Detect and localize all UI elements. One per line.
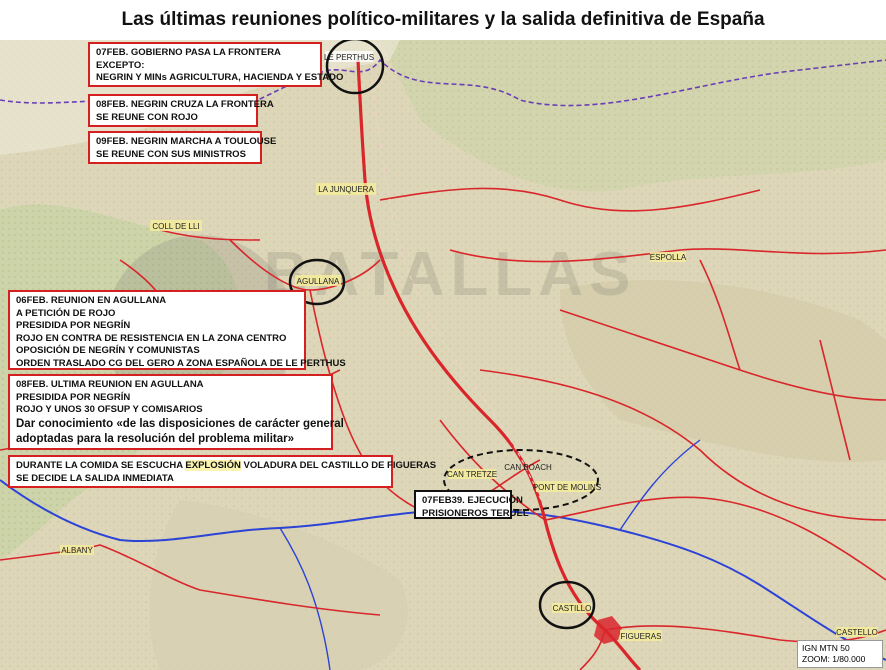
box-line: A PETICIÓN DE ROJO xyxy=(16,307,116,319)
annotation-box-government-crosses: 07FEB. GOBIERNO PASA LA FRONTERA EXCEPTO… xyxy=(88,42,344,87)
annotation-box-reunion-06feb: 06FEB. REUNION EN AGULLANA A PETICIÓN DE… xyxy=(8,290,346,370)
box-line: OPOSICIÓN DE NEGRÍN Y COMUNISTAS xyxy=(16,345,200,356)
box-line: 07FEB. GOBIERNO PASA LA FRONTERA xyxy=(96,47,281,58)
box-line-explosion: DURANTE LA COMIDA SE ESCUCHA EXPLOSIÓN V… xyxy=(16,460,436,473)
box-line: 06FEB. REUNION EN AGULLANA xyxy=(16,295,167,306)
explosion-highlight: EXPLOSIÓN xyxy=(185,460,241,471)
box-line: 07FEB39. EJECUCIÓN xyxy=(422,495,523,506)
place-castello: CASTELLO xyxy=(836,628,878,637)
box-line: SE REUNE CON SUS MINISTROS xyxy=(96,148,246,160)
box-line: PRESIDIDA POR NEGRÍN xyxy=(16,320,131,331)
box-text: VOLADURA DEL CASTILLO DE FIGUERAS xyxy=(243,460,437,471)
box-line: NEGRIN Y MINs AGRICULTURA, HACIENDA Y ES… xyxy=(96,72,344,83)
place-espolla: ESPOLLA xyxy=(650,253,687,262)
box-line: 08FEB. NEGRIN CRUZA LA FRONTERA xyxy=(96,99,274,110)
place-can-tretze: CAN TRETZE xyxy=(447,470,497,479)
place-pont-de-molins: PONT DE MOLINS xyxy=(533,483,601,492)
box-line: ROJO Y UNOS 30 OFSUP Y COMISARIOS xyxy=(16,404,203,415)
box-line: PRISIONEROS TERUEL xyxy=(422,507,529,519)
box-line: 08FEB. ULTIMA REUNION EN AGULLANA xyxy=(16,379,204,390)
place-le-perthus: LE PERTHUS xyxy=(324,53,374,62)
scale-legend: IGN MTN 50 ZOOM: 1/80.000 xyxy=(797,640,883,668)
box-line: PRESIDIDA POR NEGRÍN xyxy=(16,391,131,403)
place-coll-de-lli: COLL DE LLI xyxy=(152,222,199,231)
annotation-box-explosion: DURANTE LA COMIDA SE ESCUCHA EXPLOSIÓN V… xyxy=(8,455,436,488)
box-line: SE REUNE CON ROJO xyxy=(96,111,198,123)
place-agullana: AGULLANA xyxy=(297,277,340,286)
annotation-box-reunion-08feb: 08FEB. ULTIMA REUNION EN AGULLANA PRESID… xyxy=(8,374,344,450)
annotation-box-execution: 07FEB39. EJECUCIÓN PRISIONEROS TERUEL xyxy=(414,490,529,519)
box-text: DURANTE LA COMIDA SE ESCUCHA xyxy=(16,460,183,471)
scale-zoom: ZOOM: 1/80.000 xyxy=(802,654,866,664)
map-title: Las últimas reuniones político-militares… xyxy=(121,9,765,30)
box-quote-line: Dar conocimiento «de las disposiciones d… xyxy=(16,417,344,430)
scale-source: IGN MTN 50 xyxy=(802,643,850,653)
annotation-box-negrin-toulouse: 09FEB. NEGRIN MARCHA A TOULOUSE SE REUNE… xyxy=(88,131,277,164)
place-figueras: FIGUERAS xyxy=(621,632,662,641)
box-line: ORDEN TRASLADO CG DEL GERO A ZONA ESPAÑO… xyxy=(16,357,346,369)
place-albanya: ALBANY xyxy=(61,546,93,555)
box-line: ROJO EN CONTRA DE RESISTENCIA EN LA ZONA… xyxy=(16,332,287,344)
place-castillo: CASTILLO xyxy=(553,604,592,613)
annotation-box-negrin-crosses: 08FEB. NEGRIN CRUZA LA FRONTERA SE REUNE… xyxy=(88,94,274,127)
box-line: SE DECIDE LA SALIDA INMEDIATA xyxy=(16,472,174,484)
box-line: EXCEPTO: xyxy=(96,59,145,71)
box-quote-line: adoptadas para la resolución del problem… xyxy=(16,432,294,445)
box-line: 09FEB. NEGRIN MARCHA A TOULOUSE xyxy=(96,136,277,147)
place-can-boach: CAN BOACH xyxy=(504,463,552,472)
place-la-junquera: LA JUNQUERA xyxy=(318,185,374,194)
